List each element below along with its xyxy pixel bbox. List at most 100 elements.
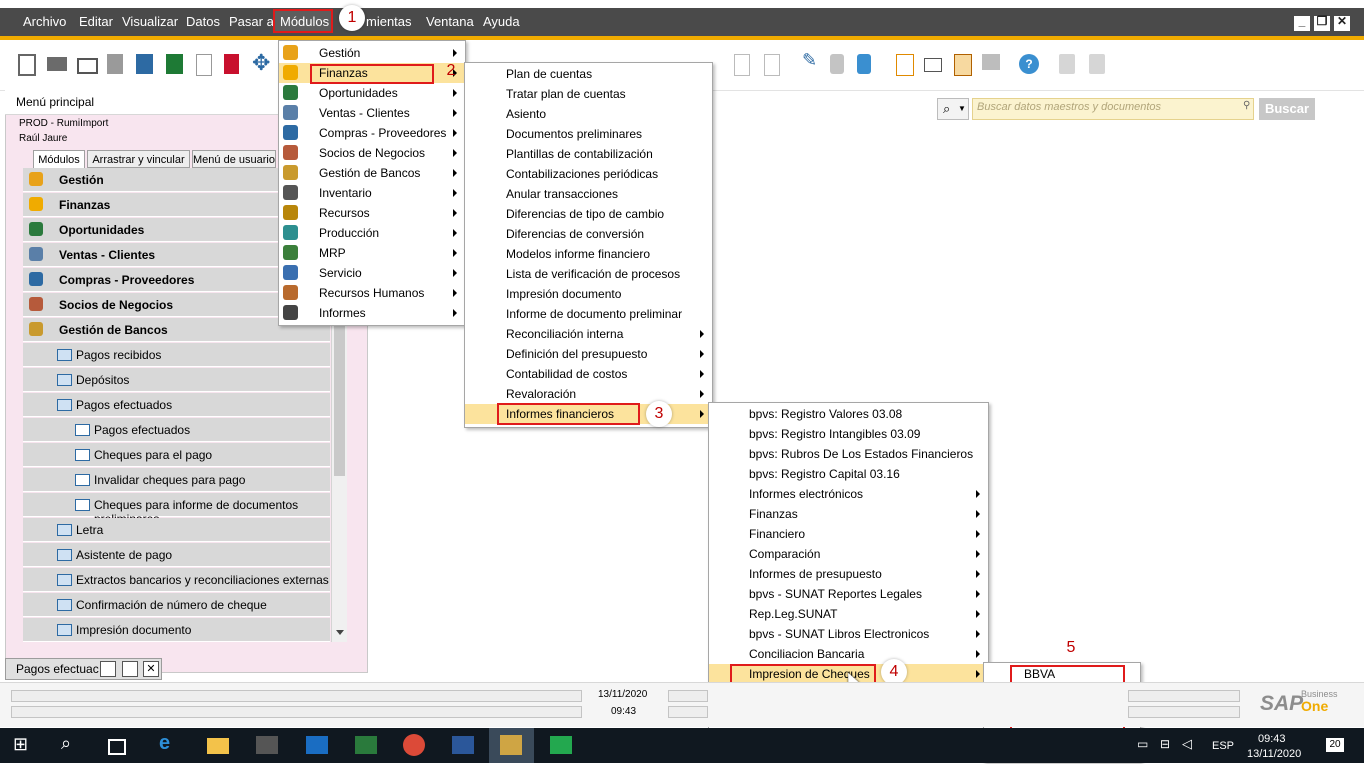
database-icon[interactable] [830,54,844,74]
volume-icon[interactable]: ◁ [1182,736,1196,756]
modulos-menu-item[interactable]: Inventario [279,183,465,203]
menu-datos[interactable]: Datos [186,14,220,29]
settings-db-icon[interactable] [857,54,871,74]
informes-menu-item[interactable]: Informes de presupuesto [709,564,988,584]
finanzas-menu-item[interactable]: Reconciliación interna [465,324,712,344]
menu-visualizar[interactable]: Visualizar [122,14,178,29]
informes-menu-item[interactable]: bpvs: Registro Intangibles 03.09 [709,424,988,444]
file-explorer-icon[interactable] [207,738,229,754]
wifi-icon[interactable]: ⊟ [1160,737,1174,757]
pen-icon[interactable]: ✎ [802,50,822,70]
bank-item[interactable]: Pagos recibidos [23,343,330,367]
finanzas-menu-item[interactable]: Revaloración [465,384,712,404]
informes-menu-item[interactable]: Finanzas [709,504,988,524]
finanzas-menu-item[interactable]: Documentos preliminares [465,124,712,144]
preview-icon[interactable] [18,54,36,76]
modulos-menu-item[interactable]: Gestión [279,43,465,63]
menu-ayuda[interactable]: Ayuda [483,14,520,29]
finanzas-menu-item[interactable]: Diferencias de conversión [465,224,712,244]
bank-item[interactable]: Invalidar cheques para pago [23,468,330,492]
modulos-menu-item[interactable]: Gestión de Bancos [279,163,465,183]
task-view-icon[interactable] [108,739,126,755]
finanzas-menu-item[interactable]: Contabilidad de costos [465,364,712,384]
maximize-icon[interactable] [122,661,138,677]
modulos-menu-item[interactable]: Ventas - Clientes [279,103,465,123]
menu-modulos[interactable]: Módulos [280,14,329,29]
close-icon[interactable]: ✕ [143,661,159,677]
finanzas-menu-item[interactable]: Plan de cuentas [465,64,712,84]
modulos-menu-item[interactable]: Servicio [279,263,465,283]
move-icon[interactable]: ✥ [252,50,272,75]
bank-item[interactable]: Cheques para informe de documentos preli… [23,493,330,526]
restore-button[interactable]: ❐ [1314,14,1330,31]
clock-date[interactable]: 13/11/2020 [1247,748,1301,760]
calendar-icon[interactable] [954,54,972,76]
finanzas-menu-item[interactable]: Modelos informe financiero [465,244,712,264]
app-green-icon[interactable] [550,736,572,754]
notification-icon[interactable]: 20 [1326,738,1344,752]
finanzas-menu-item[interactable]: Informe de documento preliminar [465,304,712,324]
menu-ventana[interactable]: Ventana [426,14,474,29]
language-indicator[interactable]: ESP [1212,740,1234,752]
modulos-menu-item[interactable]: MRP [279,243,465,263]
minimized-window[interactable]: Pagos efectuac ✕ [5,658,162,680]
informes-menu-item[interactable]: Informes electrónicos [709,484,988,504]
finanzas-menu-item[interactable]: Anular transacciones [465,184,712,204]
close-button[interactable]: ✕ [1334,14,1350,31]
pdf-icon[interactable] [224,54,239,74]
modulos-menu-item[interactable]: Compras - Proveedores [279,123,465,143]
checklist-icon[interactable] [896,54,914,76]
doc2-icon[interactable] [764,54,780,76]
network-icon[interactable]: ▭ [1137,737,1151,757]
chrome-icon[interactable] [403,734,425,756]
bank-item[interactable]: Pagos efectuados [23,393,330,417]
restore-icon[interactable] [100,661,116,677]
excel-icon[interactable] [166,54,183,74]
informes-menu-item[interactable]: bpvs: Registro Valores 03.08 [709,404,988,424]
informes-menu-item[interactable]: Comparación [709,544,988,564]
fax-icon[interactable] [107,54,123,74]
outlook-icon[interactable] [306,736,328,754]
finanzas-menu-item[interactable]: Tratar plan de cuentas [465,84,712,104]
minimize-button[interactable]: _ [1294,14,1310,31]
finanzas-menu-item[interactable]: Impresión documento [465,284,712,304]
word-icon[interactable] [196,54,212,76]
modulos-menu-item[interactable]: Recursos Humanos [279,283,465,303]
help-icon[interactable]: ? [1019,54,1039,74]
bank-item[interactable]: Letra [23,518,330,542]
informes-menu-item[interactable]: Financiero [709,524,988,544]
modulos-menu-item[interactable]: Oportunidades [279,83,465,103]
modulos-menu-item[interactable]: Recursos [279,203,465,223]
clock-time[interactable]: 09:43 [1258,733,1286,745]
sap-b1-icon[interactable] [500,735,522,755]
bank-item[interactable]: Pagos efectuados [23,418,330,442]
informes-menu-item[interactable]: bpvs - SUNAT Reportes Legales [709,584,988,604]
informes-menu-item[interactable]: bpvs: Registro Capital 03.16 [709,464,988,484]
tab-modulos[interactable]: Módulos [33,150,85,168]
informes-menu-item[interactable]: Rep.Leg.SUNAT [709,604,988,624]
bank-item[interactable]: Impresión documento [23,618,330,642]
search-scope-select[interactable]: ⌕ ▼ [937,98,969,120]
bank-item[interactable]: Confirmación de número de cheque [23,593,330,617]
tab-menu-usuario[interactable]: Menú de usuario [192,150,276,168]
finanzas-menu-item[interactable]: Contabilizaciones periódicas [465,164,712,184]
menu-pasar-a[interactable]: Pasar a [229,14,274,29]
finanzas-menu-item[interactable]: Asiento [465,104,712,124]
finanzas-menu-item[interactable]: Diferencias de tipo de cambio [465,204,712,224]
windows-start-icon[interactable]: ⊞ [13,734,35,754]
scroll-down-icon[interactable] [336,630,344,635]
structure-icon[interactable] [982,54,1000,70]
informes-menu-item[interactable]: bpvs - SUNAT Libros Electronicos [709,624,988,644]
search-taskbar-icon[interactable]: ⌕ [61,733,83,753]
informes-menu-item[interactable]: Conciliacion Bancaria [709,644,988,664]
menu-editar[interactable]: Editar [79,14,113,29]
bank-item[interactable]: Cheques para el pago [23,443,330,467]
bank-item[interactable]: Depósitos [23,368,330,392]
finanzas-menu-item[interactable]: Definición del presupuesto [465,344,712,364]
search-input[interactable]: Buscar datos maestros y documentos ⚲ [972,98,1254,120]
word-taskbar-icon[interactable] [452,736,474,754]
menu-herramientas[interactable]: mientas [366,14,412,29]
modulos-menu-item[interactable]: Informes [279,303,465,323]
mail-close-icon[interactable] [924,58,942,72]
modulos-menu-item[interactable]: Producción [279,223,465,243]
